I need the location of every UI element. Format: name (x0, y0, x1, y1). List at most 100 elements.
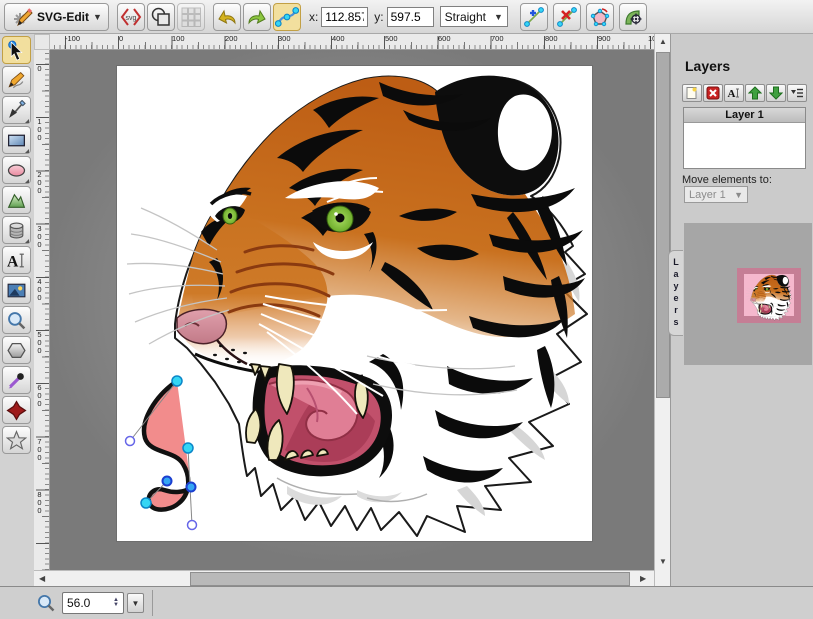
layers-panel-title: Layers (685, 58, 730, 74)
source-code-button[interactable]: svg (117, 3, 145, 31)
new-layer-button[interactable] (682, 84, 702, 102)
path-anchor-node[interactable] (163, 477, 172, 486)
x-label: x: (309, 10, 318, 24)
segment-type-select[interactable]: Straight ▼ (440, 6, 508, 27)
tool-hexagon[interactable] (2, 336, 31, 364)
pencil-tool-icon (6, 70, 27, 91)
layer-menu-icon (790, 86, 804, 100)
main-toolbar: SVG-Edit ▼ svg (0, 0, 813, 34)
layers-tab-handle[interactable]: Layers (668, 250, 683, 336)
move-elements-select[interactable]: Layer 1 ▼ (684, 186, 748, 203)
delete-layer-icon (706, 86, 720, 100)
path-anchor-node[interactable] (141, 498, 151, 508)
rename-layer-button[interactable]: A (724, 84, 744, 102)
tool-shape-library[interactable] (2, 216, 31, 244)
undo-icon (216, 6, 238, 28)
ruler-corner (34, 34, 50, 50)
redo-button[interactable] (243, 3, 271, 31)
line-tool-icon (6, 100, 27, 121)
ruler-label: 700 (491, 34, 504, 43)
svg-text:A: A (7, 253, 19, 270)
path-anchor-node[interactable] (183, 443, 193, 453)
source-code-icon: svg (120, 6, 142, 28)
ruler-label: 0 (35, 64, 44, 72)
tool-zoom[interactable] (2, 306, 31, 334)
vertical-scrollbar-thumb[interactable] (656, 52, 670, 398)
layer-row[interactable]: Layer 1 (684, 108, 805, 123)
tool-polygon[interactable] (2, 186, 31, 214)
path-anchor-node[interactable] (187, 483, 196, 492)
ruler-label: 100 (172, 34, 185, 43)
layer-menu-button[interactable] (787, 84, 807, 102)
tool-ellipse[interactable] (2, 156, 31, 184)
scroll-right-icon[interactable]: ▶ (640, 575, 646, 583)
ruler-label: 400 (332, 34, 345, 43)
x-coordinate-input[interactable] (321, 7, 368, 27)
tool-palette: A (0, 34, 34, 586)
canvas-thumbnail[interactable] (737, 268, 801, 323)
ruler-label: 500 (385, 34, 398, 43)
grid-button[interactable] (177, 3, 205, 31)
status-bar: 56.0 ▲▼ ▼ (0, 586, 813, 619)
scroll-down-icon[interactable]: ▼ (659, 558, 667, 566)
spinner-icon[interactable]: ▲▼ (113, 598, 119, 608)
submenu-arrow-icon (25, 149, 29, 153)
shape-library-icon (6, 220, 27, 241)
tool-eyedropper[interactable] (2, 366, 31, 394)
y-coordinate-input[interactable] (387, 7, 434, 27)
add-node-button[interactable] (520, 3, 548, 31)
tool-star[interactable] (2, 426, 31, 454)
undo-button[interactable] (213, 3, 241, 31)
layers-panel: Layers Layers A (670, 34, 813, 586)
ruler-label: 800 (35, 490, 44, 514)
tool-line[interactable] (2, 96, 31, 124)
layer-list[interactable]: Layer 1 (683, 107, 806, 169)
star-tool-icon (6, 430, 27, 451)
drawing-canvas[interactable] (117, 66, 592, 541)
footer-divider (152, 590, 153, 616)
scroll-left-icon[interactable]: ◀ (39, 575, 45, 583)
grid-icon (180, 6, 202, 28)
main-menu-button[interactable]: SVG-Edit ▼ (4, 3, 109, 31)
zoom-level-value: 56.0 (67, 596, 90, 610)
path-handle-node[interactable] (126, 437, 135, 446)
tool-fill[interactable] (2, 396, 31, 424)
tool-rectangle[interactable] (2, 126, 31, 154)
ruler-label: 0 (119, 34, 123, 43)
horizontal-scrollbar-thumb[interactable] (190, 572, 630, 586)
shapes-icon (150, 6, 172, 28)
zoom-level-input[interactable]: 56.0 ▲▼ (62, 592, 124, 614)
add-node-icon (523, 6, 545, 28)
vertical-ruler: 0 100 200 300 400 500 600 700 800 (34, 50, 50, 570)
delete-layer-button[interactable] (703, 84, 723, 102)
ruler-label: 200 (35, 170, 44, 194)
zoom-preset-dropdown[interactable]: ▼ (127, 593, 144, 613)
scroll-up-icon[interactable]: ▲ (659, 38, 667, 46)
edit-node-tool-button[interactable] (273, 3, 301, 31)
shapes-button[interactable] (147, 3, 175, 31)
ruler-label: 300 (35, 224, 44, 248)
svg-text:svg: svg (125, 15, 136, 22)
submenu-arrow-icon (25, 179, 29, 183)
select-tool-icon (6, 40, 27, 61)
open-path-button[interactable] (586, 3, 614, 31)
zoom-icon (36, 593, 56, 613)
tool-text[interactable]: A (2, 246, 31, 274)
convert-to-path-button[interactable] (619, 3, 647, 31)
canvas-workspace[interactable] (50, 50, 654, 570)
move-layer-down-button[interactable] (766, 84, 786, 102)
edit-path-overlay[interactable] (126, 376, 197, 530)
layer-buttons: A (682, 84, 807, 102)
horizontal-scrollbar[interactable]: ◀ ▶ (34, 570, 654, 586)
ruler-label: 600 (35, 383, 44, 407)
zoom-tool-icon (6, 310, 27, 331)
tool-select[interactable] (2, 36, 31, 64)
delete-node-button[interactable] (553, 3, 581, 31)
tool-pencil[interactable] (2, 66, 31, 94)
tool-image[interactable] (2, 276, 31, 304)
move-layer-up-button[interactable] (745, 84, 765, 102)
logo-label: SVG-Edit (37, 10, 89, 24)
path-anchor-node[interactable] (172, 376, 182, 386)
path-handle-node[interactable] (188, 521, 197, 530)
new-layer-icon (685, 86, 699, 100)
